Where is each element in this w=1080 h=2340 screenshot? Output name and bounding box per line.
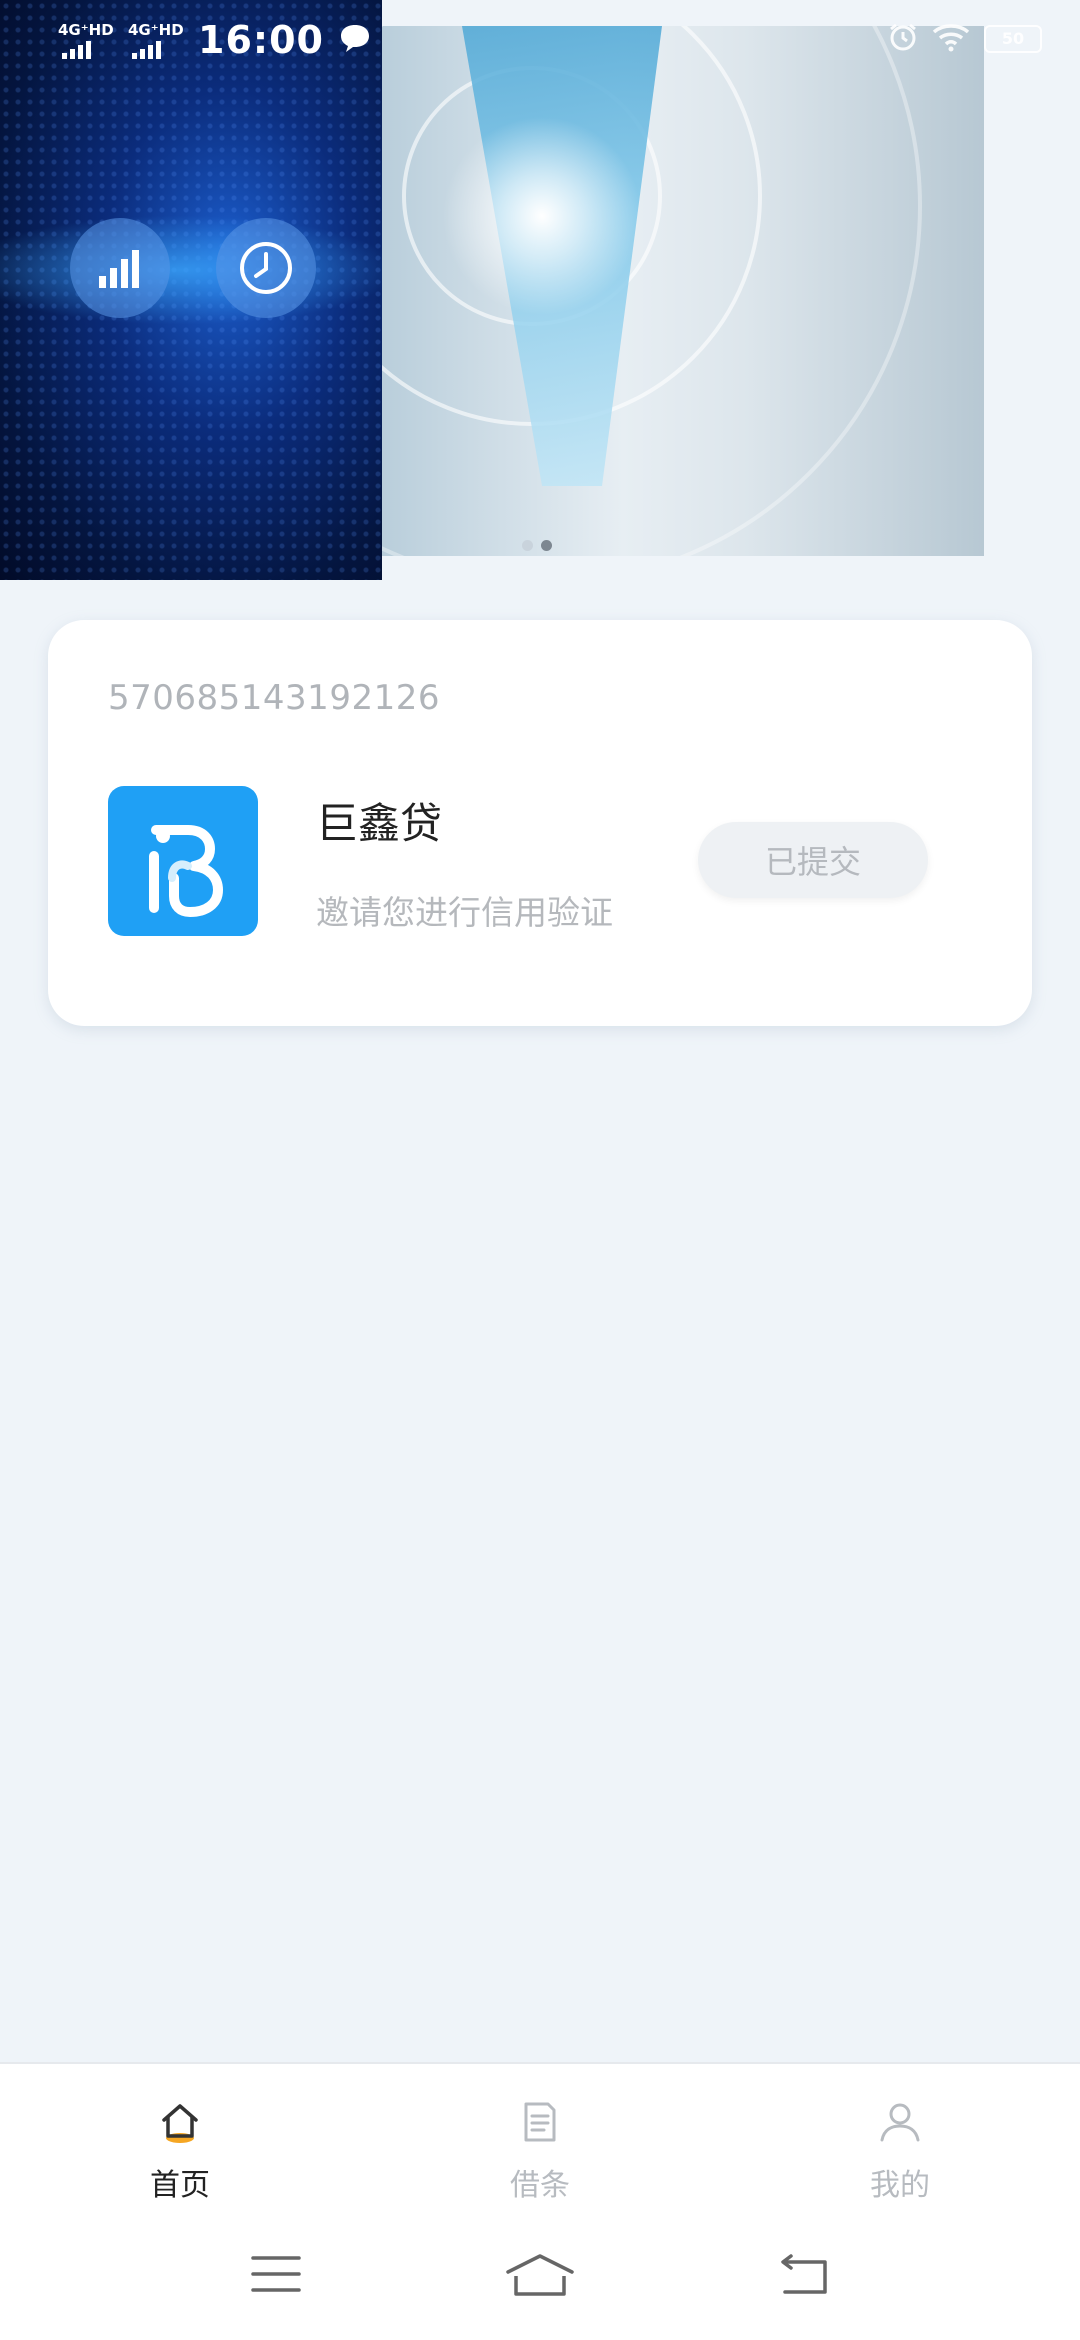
tab-iou[interactable]: 借条 [360,2064,720,2212]
clock-time: 16:00 [198,18,324,62]
banner-slide-shield [382,26,984,556]
carousel-dot-1[interactable] [522,540,533,551]
menu-icon[interactable] [249,2252,303,2300]
banner-slide-tech [0,0,382,580]
submitted-button[interactable]: 已提交 [698,822,928,898]
battery-icon: 50 [984,25,1042,53]
tab-home-label: 首页 [150,2168,210,2203]
back-icon[interactable] [777,2252,831,2300]
home-icon [150,2094,210,2150]
network-signal-1: 4G⁺HD [58,19,114,61]
network-signal-2: 4G⁺HD [128,19,184,61]
carousel-indicator [522,540,552,551]
app-name: 巨鑫贷 [316,799,443,848]
battery-level: 50 [1001,29,1025,48]
alarm-icon [888,22,918,56]
network-label-2: 4G⁺HD [128,21,184,39]
user-icon [870,2094,930,2150]
clock-circle-icon [216,218,316,318]
tab-home[interactable]: 首页 [0,2064,360,2212]
application-card[interactable]: 570685143192126 巨鑫贷 邀请您进行信用验证 已提交 [48,620,1032,1026]
tab-mine-label: 我的 [870,2168,930,2203]
document-icon [510,2094,570,2150]
system-navigation-bar [0,2212,1080,2340]
app-logo [108,786,258,936]
wifi-icon [932,22,970,56]
tab-mine[interactable]: 我的 [720,2064,1080,2212]
carousel-dot-2[interactable] [541,540,552,551]
bottom-tab-bar: 首页 借条 我的 [0,2062,1080,2212]
tab-iou-label: 借条 [510,2168,570,2203]
signal-circle-icon [70,218,170,318]
banner-carousel[interactable] [0,0,1080,580]
order-id: 570685143192126 [108,678,440,718]
home-nav-icon[interactable] [502,2250,578,2302]
network-label-1: 4G⁺HD [58,21,114,39]
app-description: 邀请您进行信用验证 [316,893,613,932]
status-bar: 4G⁺HD 4G⁺HD 16:00 50 [0,0,1080,84]
message-icon [338,22,372,58]
